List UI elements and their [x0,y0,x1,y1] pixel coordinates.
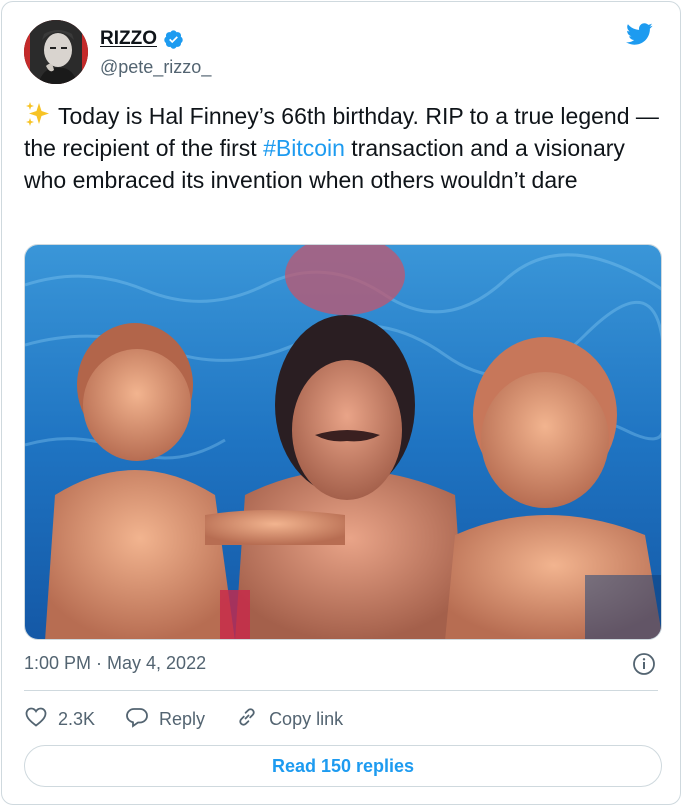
reply-label: Reply [159,708,206,729]
divider [24,690,658,691]
author-handle[interactable]: @pete_rizzo_ [100,57,211,78]
heart-icon [24,705,48,734]
read-replies-button[interactable]: Read 150 replies [24,745,662,787]
avatar-image [24,20,88,84]
info-icon[interactable] [632,652,656,676]
copy-link-label: Copy link [269,708,344,729]
tweet-timestamp[interactable]: 1:00 PM · May 4, 2022 [24,653,206,674]
author-name-row: RIZZO [100,28,184,50]
tweet-photo[interactable] [24,244,662,640]
verified-badge-icon [163,29,184,50]
hashtag-link[interactable]: #Bitcoin [263,135,345,161]
copy-link-button[interactable]: Copy link [235,705,343,734]
author-name[interactable]: RIZZO [100,28,157,50]
tweet-text: Today is Hal Finney’s 66th birthday. RIP… [24,100,664,196]
speech-bubble-icon [125,705,149,734]
avatar[interactable] [24,20,88,84]
action-bar: 2.3K Reply Copy link [24,704,373,734]
reply-button[interactable]: Reply [125,705,205,734]
twitter-bird-icon[interactable] [622,20,656,48]
like-button[interactable]: 2.3K [24,705,95,734]
tweet-card: RIZZO @pete_rizzo_ Today is Hal Finney’s… [1,1,681,805]
like-count: 2.3K [58,708,96,729]
sparkles-emoji [24,100,52,128]
link-icon [235,705,259,734]
underwater-photo [25,245,661,639]
